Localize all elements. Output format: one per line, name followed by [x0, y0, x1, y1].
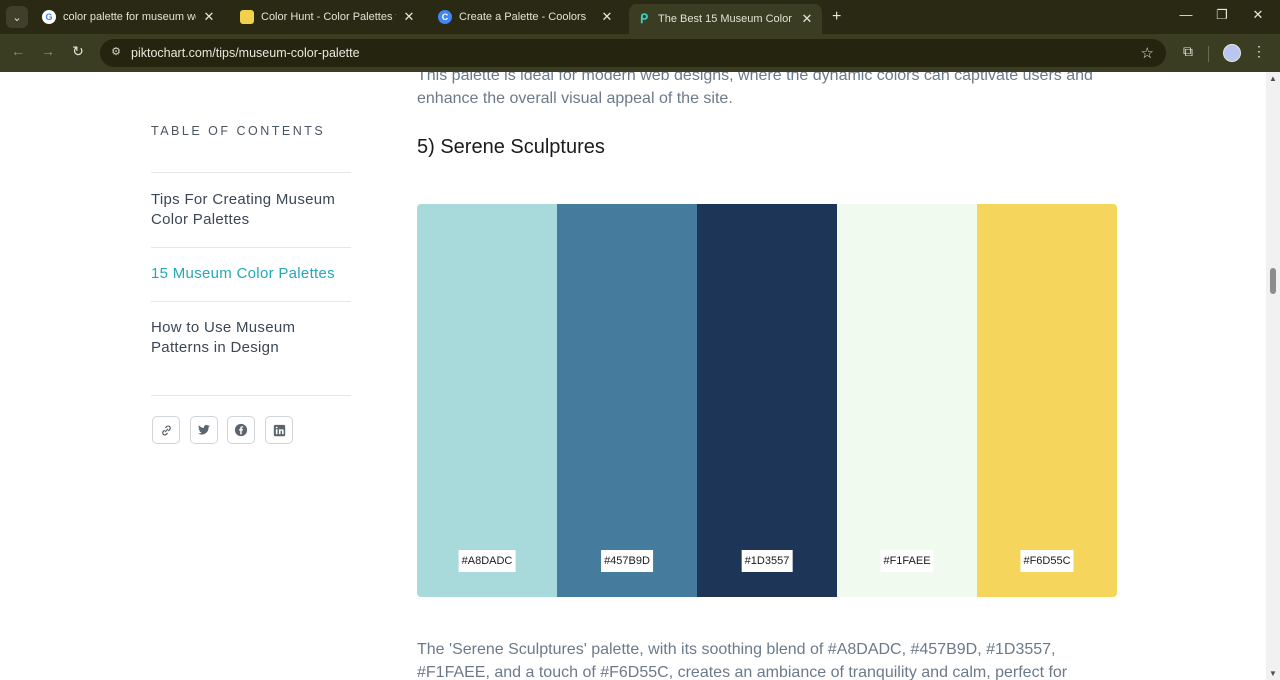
toc-divider [151, 247, 351, 248]
share-facebook-button[interactable] [227, 416, 255, 444]
chevron-down-icon: ⌄ [12, 11, 22, 24]
new-tab-button[interactable]: + [832, 8, 841, 26]
toc-heading: TABLE OF CONTENTS [151, 124, 326, 138]
intro-paragraph: This palette is ideal for modern web des… [417, 72, 1093, 107]
swatch-1d3557: #1D3557 [697, 204, 837, 597]
url-text[interactable]: piktochart.com/tips/museum-color-palette [131, 46, 360, 60]
toc-item-palettes[interactable]: 15 Museum Color Palettes [151, 264, 351, 284]
piktochart-icon: ᑭ [639, 11, 649, 26]
tab-piktochart[interactable]: ᑭ The Best 15 Museum Color Pale ✕ [629, 4, 822, 34]
color-palette: #A8DADC #457B9D #1D3557 #F1FAEE #F6D55C [417, 204, 1117, 597]
swatch-label: #F6D55C [1020, 550, 1074, 572]
tab-title: Color Hunt - Color Palettes for D [261, 11, 396, 23]
scroll-up-arrow-icon[interactable]: ▲ [1269, 74, 1277, 83]
toc-item-tips[interactable]: Tips For Creating Museum Color Palettes [151, 190, 351, 230]
tab-search-button[interactable]: ⌄ [6, 6, 28, 28]
twitter-icon [197, 424, 211, 435]
swatch-457b9d: #457B9D [557, 204, 697, 597]
forward-button[interactable]: → [38, 43, 58, 59]
swatch-label: #457B9D [601, 550, 653, 572]
close-icon[interactable]: ✕ [202, 9, 216, 25]
section-heading: 5) Serene Sculptures [417, 136, 605, 158]
scroll-down-arrow-icon[interactable]: ▼ [1269, 669, 1277, 678]
minimize-button[interactable]: — [1176, 7, 1196, 22]
google-icon: G [42, 10, 56, 24]
tab-title: color palette for museum webs [63, 11, 196, 23]
menu-dots-icon[interactable]: ⋮ [1252, 43, 1266, 60]
coolors-icon: C [438, 10, 452, 24]
link-icon [161, 425, 171, 435]
swatch-f6d55c: #F6D55C [977, 204, 1117, 597]
toc-item-patterns[interactable]: How to Use Museum Patterns in Design [151, 318, 351, 358]
back-button[interactable]: ← [8, 43, 28, 59]
share-linkedin-button[interactable] [265, 416, 293, 444]
share-link-button[interactable] [152, 416, 180, 444]
address-bar[interactable]: ⚙ piktochart.com/tips/museum-color-palet… [100, 39, 1166, 67]
swatch-label: #F1FAEE [880, 550, 934, 572]
toolbar-divider [1208, 46, 1209, 62]
page-scrollbar[interactable]: ▲ ▼ [1266, 72, 1280, 680]
bookmark-star-icon[interactable]: ☆ [1141, 44, 1154, 62]
swatch-label: #1D3557 [741, 550, 793, 572]
close-icon[interactable]: ✕ [402, 9, 416, 25]
reload-button[interactable]: ↻ [68, 43, 88, 60]
tab-google-search[interactable]: G color palette for museum webs ✕ [34, 5, 224, 29]
toc-divider [151, 172, 351, 173]
tab-color-hunt[interactable]: Color Hunt - Color Palettes for D ✕ [232, 5, 424, 29]
close-icon[interactable]: ✕ [800, 11, 814, 27]
palette-description: The 'Serene Sculptures' palette, with it… [417, 641, 1068, 680]
close-icon[interactable]: ✕ [600, 9, 614, 25]
linkedin-icon [273, 424, 285, 436]
maximize-button[interactable]: ❐ [1212, 7, 1232, 23]
profile-avatar[interactable] [1223, 44, 1241, 62]
tab-strip: ⌄ G color palette for museum webs ✕ Colo… [0, 0, 1280, 34]
swatch-label: #A8DADC [458, 550, 516, 572]
tab-title: The Best 15 Museum Color Pale [658, 13, 794, 25]
tab-title: Create a Palette - Coolors [459, 11, 587, 23]
site-info-icon[interactable]: ⚙ [108, 45, 124, 61]
page-content: This palette is ideal for modern web des… [0, 72, 1266, 680]
swatch-f1faee: #F1FAEE [837, 204, 977, 597]
toc-divider [151, 395, 351, 396]
share-twitter-button[interactable] [190, 416, 218, 444]
tab-coolors[interactable]: C Create a Palette - Coolors ✕ [430, 5, 622, 29]
browser-toolbar: ← → ↻ ⚙ piktochart.com/tips/museum-color… [0, 34, 1280, 72]
scroll-thumb[interactable] [1270, 268, 1276, 294]
facebook-icon [234, 423, 248, 437]
extensions-icon[interactable]: ⧉ [1178, 43, 1198, 60]
window-close-button[interactable]: ✕ [1248, 7, 1268, 23]
colorhunt-icon [240, 10, 254, 24]
swatch-a8dadc: #A8DADC [417, 204, 557, 597]
toc-divider [151, 301, 351, 302]
